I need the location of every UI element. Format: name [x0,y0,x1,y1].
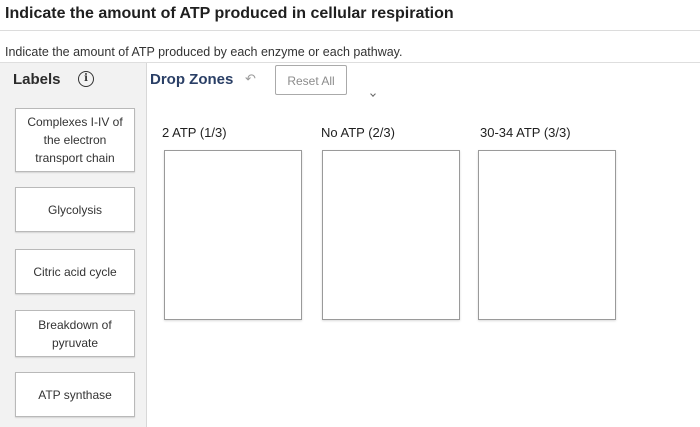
label-card-text: Complexes I-IV of the electron transport… [27,115,123,165]
label-card-text: Glycolysis [47,202,102,217]
label-card-etc[interactable]: Complexes I-IV of the electron transport… [15,108,135,172]
labels-heading: Labels [13,71,61,88]
label-card-text: Citric acid cycle [33,264,117,279]
undo-icon[interactable]: ↶ [245,71,256,87]
label-card-glycolysis[interactable]: Glycolysis [15,187,135,232]
label-card-text: Breakdown of pyruvate [38,317,112,350]
page-title: Indicate the amount of ATP produced in c… [5,5,454,22]
dropzone-header-30-34-atp: 30-34 ATP (3/3) [480,125,571,140]
dropzone-30-34-atp[interactable] [478,150,616,320]
label-card-text: ATP synthase [38,387,112,402]
label-card-pyruvate-breakdown[interactable]: Breakdown of pyruvate [15,310,135,357]
instruction-text: Indicate the amount of ATP produced by e… [5,45,403,59]
title-divider [0,30,700,31]
info-icon[interactable]: i [78,71,94,87]
label-card-atp-synthase[interactable]: ATP synthase [15,372,135,417]
dropzone-header-no-atp: No ATP (2/3) [321,125,395,140]
dropzone-no-atp[interactable] [322,150,460,320]
dropzone-2-atp[interactable] [164,150,302,320]
dropzones-heading: Drop Zones [150,71,234,88]
reset-all-button[interactable]: Reset All [275,65,347,95]
dropzone-header-2-atp: 2 ATP (1/3) [162,125,227,140]
cursor-icon [370,91,376,97]
label-card-citric-acid-cycle[interactable]: Citric acid cycle [15,249,135,294]
